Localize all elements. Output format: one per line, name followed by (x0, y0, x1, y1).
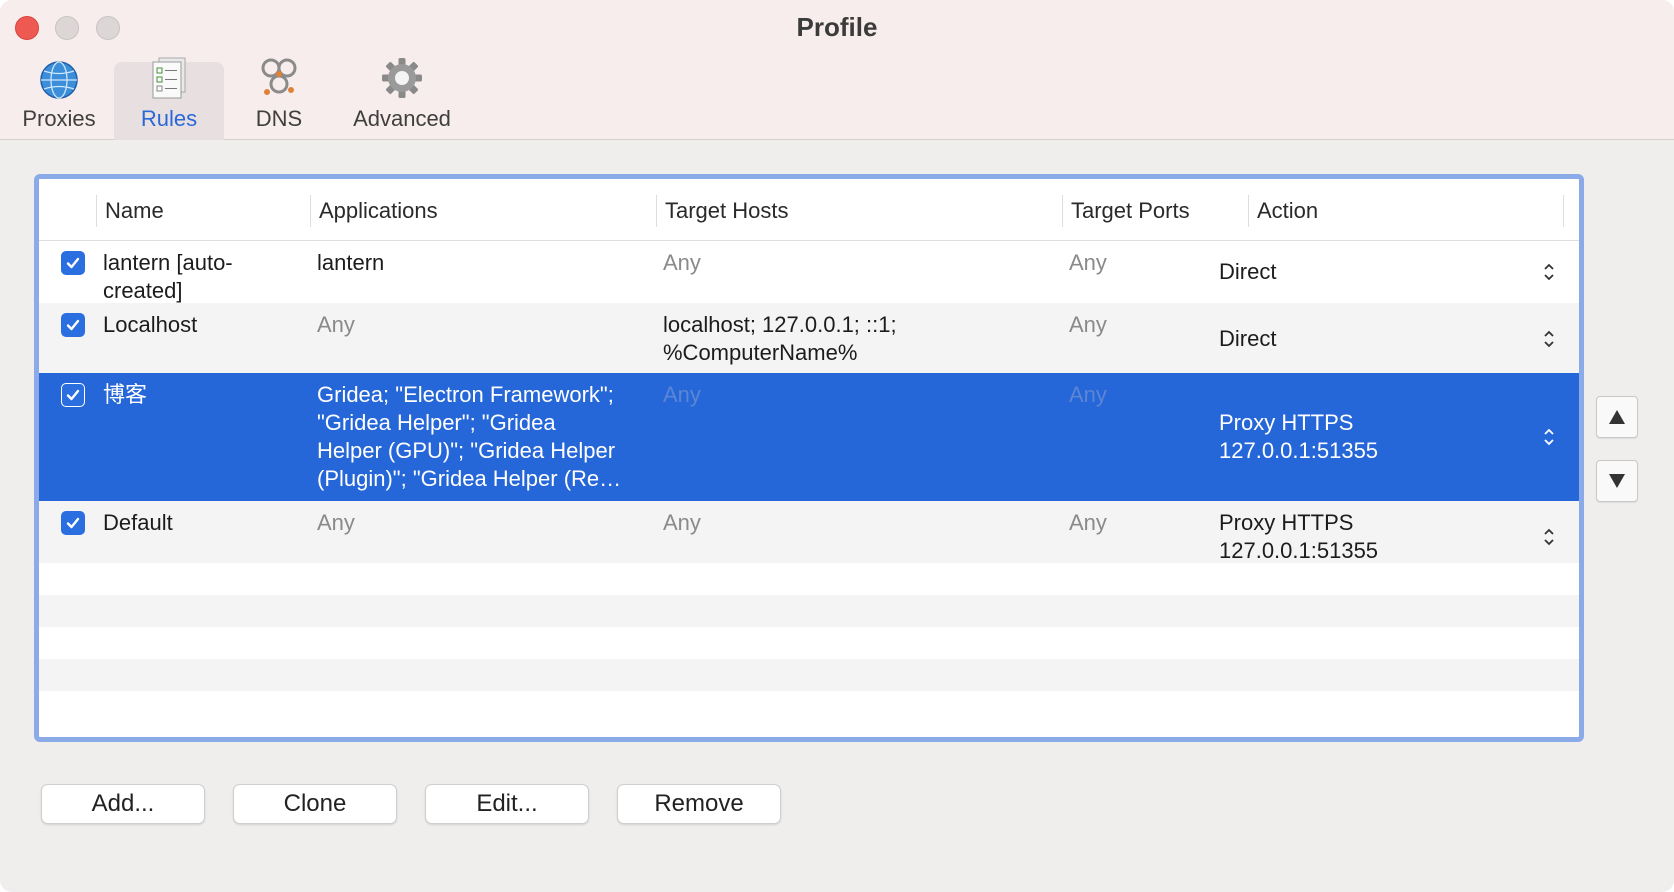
rule-applications: Any (317, 510, 355, 535)
tab-dns[interactable]: DNS (232, 58, 326, 140)
column-header-target-ports[interactable]: Target Ports (1062, 195, 1248, 227)
tab-dns-label: DNS (255, 106, 303, 131)
table-row[interactable]: Default Any Any Any Proxy HTTPS 127.0.0.… (39, 501, 1579, 563)
rules-list-icon (146, 56, 192, 100)
rule-name: 博客 (103, 382, 148, 407)
clone-button[interactable]: Clone (233, 784, 397, 824)
rule-action-select[interactable]: Proxy HTTPS 127.0.0.1:51355 (1219, 509, 1559, 565)
rule-target-ports: Any (1069, 382, 1107, 407)
title-bar: Profile Proxies Rules DNS Advanced (0, 0, 1674, 140)
arrow-down-icon (1609, 474, 1625, 488)
rules-table[interactable]: Name Applications Target Hosts Target Po… (34, 174, 1584, 742)
rule-action-select[interactable]: Proxy HTTPS 127.0.0.1:51355 (1219, 409, 1559, 465)
rule-target-ports: Any (1069, 250, 1107, 275)
gear-icon (379, 56, 425, 100)
table-header: Name Applications Target Hosts Target Po… (39, 179, 1579, 241)
rule-name: Default (103, 510, 173, 535)
rule-target-hosts: Any (663, 250, 701, 275)
checkmark-icon (66, 319, 80, 331)
rule-enabled-checkbox[interactable] (61, 313, 85, 337)
rule-enabled-checkbox[interactable] (61, 383, 85, 407)
tab-proxies-label: Proxies (22, 106, 96, 131)
rule-action-select[interactable]: Direct (1219, 325, 1559, 353)
empty-row (39, 627, 1579, 659)
rule-target-hosts: localhost; 127.0.0.1; ::1; %ComputerName… (663, 312, 897, 365)
checkmark-icon (66, 517, 80, 529)
rule-applications: lantern (317, 250, 385, 275)
add-button[interactable]: Add... (41, 784, 205, 824)
window-title: Profile (796, 12, 878, 42)
rule-action-value: Direct (1219, 259, 1277, 284)
column-header-applications[interactable]: Applications (310, 195, 656, 227)
edit-button[interactable]: Edit... (425, 784, 589, 824)
profile-window: Profile Proxies Rules DNS Advanced Name … (0, 0, 1674, 892)
updown-chevron-icon (1539, 423, 1559, 451)
rule-target-hosts: Any (663, 382, 701, 407)
rule-enabled-checkbox[interactable] (61, 251, 85, 275)
updown-chevron-icon (1539, 325, 1559, 353)
table-row[interactable]: Localhost Any localhost; 127.0.0.1; ::1;… (39, 303, 1579, 373)
rule-action-value: Direct (1219, 326, 1277, 351)
tab-rules[interactable]: Rules (114, 57, 224, 140)
rule-action-value: Proxy HTTPS 127.0.0.1:51355 (1219, 510, 1379, 563)
empty-row (39, 595, 1579, 627)
updown-chevron-icon (1539, 523, 1559, 551)
tab-advanced-label: Advanced (353, 106, 451, 131)
tab-proxies[interactable]: Proxies (12, 60, 106, 140)
move-down-button[interactable] (1596, 460, 1638, 502)
rule-action-select[interactable]: Direct (1219, 258, 1559, 286)
table-row[interactable]: lantern [auto- created] lantern Any Any … (39, 241, 1579, 303)
updown-chevron-icon (1539, 258, 1559, 286)
rule-name: lantern [auto- created] (103, 250, 233, 303)
column-header-name[interactable]: Name (96, 195, 310, 227)
rule-applications: Gridea; "Electron Framework"; "Gridea He… (317, 382, 622, 491)
rule-target-ports: Any (1069, 312, 1107, 337)
dns-nodes-icon (256, 56, 302, 100)
tab-advanced[interactable]: Advanced (344, 58, 460, 140)
rule-action-value: Proxy HTTPS 127.0.0.1:51355 (1219, 410, 1379, 463)
tab-rules-label: Rules (140, 106, 198, 131)
globe-icon (36, 60, 82, 100)
arrow-up-icon (1609, 410, 1625, 424)
remove-button[interactable]: Remove (617, 784, 781, 824)
rule-enabled-checkbox[interactable] (61, 511, 85, 535)
rule-applications: Any (317, 312, 355, 337)
checkmark-icon (66, 389, 80, 401)
column-header-target-hosts[interactable]: Target Hosts (656, 195, 1062, 227)
move-up-button[interactable] (1596, 396, 1638, 438)
table-row-selected[interactable]: 博客 Gridea; "Electron Framework"; "Gridea… (39, 373, 1579, 501)
empty-row (39, 691, 1579, 723)
column-header-action[interactable]: Action (1248, 195, 1564, 227)
rule-target-hosts: Any (663, 510, 701, 535)
empty-row (39, 659, 1579, 691)
empty-row (39, 563, 1579, 595)
checkmark-icon (66, 257, 80, 269)
rule-name: Localhost (103, 312, 198, 337)
rule-target-ports: Any (1069, 510, 1107, 535)
